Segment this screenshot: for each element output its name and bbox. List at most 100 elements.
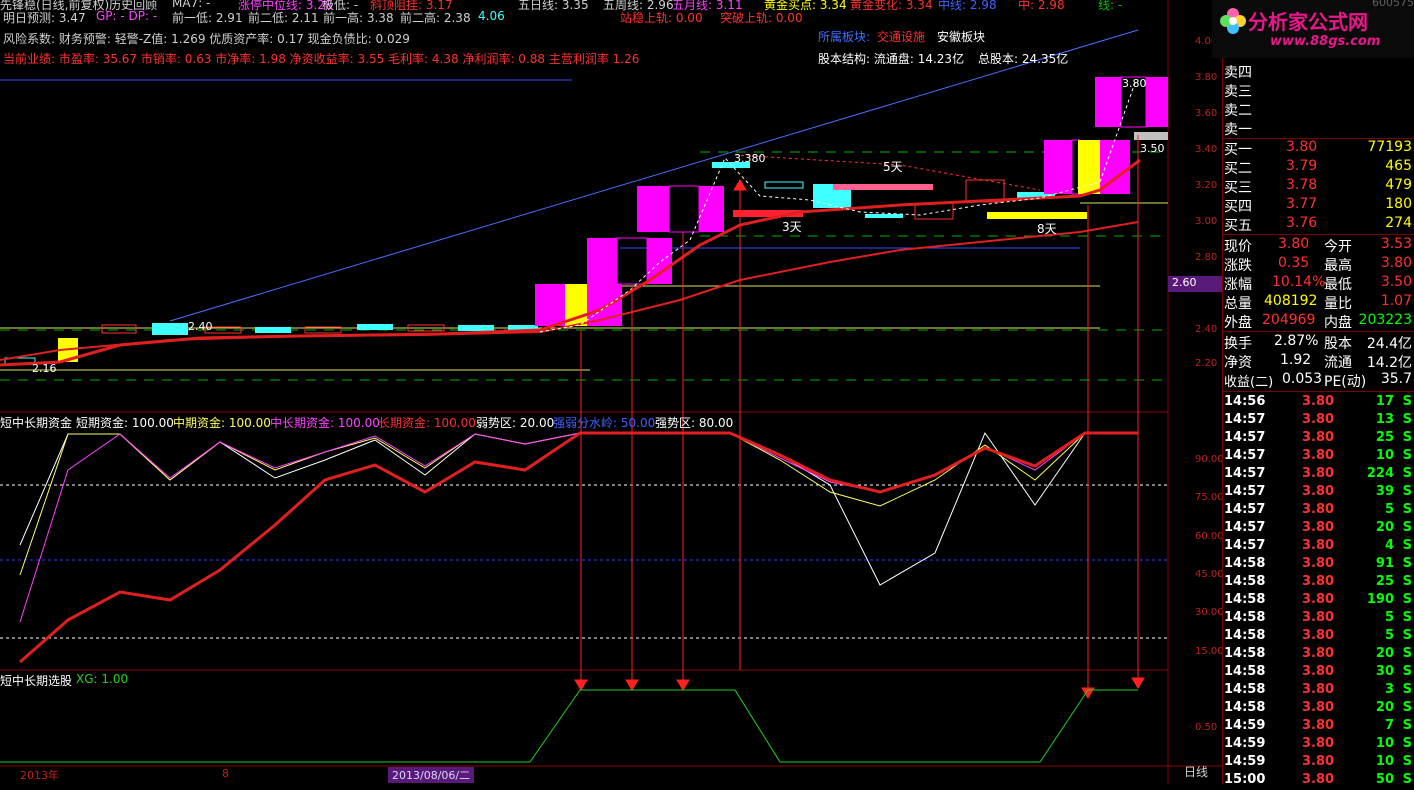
tick-time: 14:58 [1224,574,1266,589]
forecast-value: 明日预测: 3.47 [3,11,86,25]
tick-price: 3.80 [1302,592,1335,607]
tick-price: 3.80 [1302,700,1335,715]
quote-row: 外盘 204969 内盘 203223 [1224,312,1412,331]
y-tick: 0.50 [1195,722,1218,733]
indicator1-midlong: 中长期资金: 100.00 [270,416,380,430]
buy-row: 买五 3.76 274 [1224,215,1412,234]
tick-price: 3.80 [1302,664,1335,679]
quote-value: 203223 [1358,312,1412,328]
sell-row: 卖二 [1224,100,1412,119]
line-value: 线: - [1098,0,1123,12]
tick-price: 3.80 [1302,448,1335,463]
tick-side: S [1402,664,1412,679]
y-tick: 3.00 [1195,216,1218,227]
tick-price: 3.80 [1302,556,1335,571]
quote-value: 35.7 [1380,371,1412,387]
tick-volume: 25 [1375,574,1394,589]
tick-price: 3.80 [1302,538,1335,553]
order-price: 3.76 [1286,215,1318,231]
order-label: 买三 [1224,180,1252,196]
last-high-label: 3.80 [1122,77,1147,90]
tick-volume: 10 [1375,448,1394,463]
tick-row: 14:58 3.80 3 S [1224,682,1412,700]
tick-row: 14:58 3.80 30 S [1224,664,1412,682]
last-low-label: 3.50 [1140,142,1165,155]
tick-time: 14:57 [1224,502,1266,517]
tick-side: S [1402,556,1412,571]
sector-anhui[interactable]: 安徽板块 [937,28,985,45]
tick-volume: 13 [1375,412,1394,427]
tick-price: 3.80 [1302,628,1335,643]
y-tick: 90.00 [1195,454,1224,465]
quote-value: 1.92 [1280,352,1312,368]
buy-row: 买三 3.78 479 [1224,177,1412,196]
quote-row: 换手 2.87% 股本 24.4亿 [1224,333,1412,352]
tick-row: 14:56 3.80 17 S [1224,394,1412,412]
order-price: 3.78 [1286,177,1318,193]
prev-low-1: 前一低: 2.91 [172,11,243,25]
days5-label: 5天 [883,160,903,174]
total-shares: 总股本: 24.35亿 [978,52,1069,66]
indicator2-xg: XG: 1.00 [76,672,129,686]
y-tick: 45.00 [1195,569,1224,580]
tick-row: 14:57 3.80 25 S [1224,430,1412,448]
tick-time: 14:58 [1224,700,1266,715]
quote-label: 股本 [1324,336,1352,352]
tick-row: 14:58 3.80 5 S [1224,628,1412,646]
sector-transport[interactable]: 交通设施 [877,28,925,45]
divider [1222,331,1414,332]
sell-row: 卖三 [1224,81,1412,100]
indicator1-title: 短中长期资金 [0,416,73,430]
tick-side: S [1402,646,1412,661]
indicator1-divide: 强弱分水岭: 50.00 [553,416,656,430]
tick-side: S [1402,484,1412,499]
tick-price: 3.80 [1302,610,1335,625]
tick-volume: 10 [1375,736,1394,751]
quote-label: 净资 [1224,355,1252,371]
y-tick: 15.00 [1195,646,1224,657]
y-tick: 60.00 [1195,531,1224,542]
kline-chart-canvas[interactable] [0,0,1222,784]
indicator1-short: 短期资金: 100.00 [76,416,174,430]
quote-row: 现价 3.80 今开 3.53 [1224,236,1412,255]
logo-url[interactable]: www.88gs.com [1270,34,1380,49]
quote-label: PE(动) [1324,374,1367,390]
tick-row: 14:58 3.80 25 S [1224,574,1412,592]
indicator2-title: 短中长期选股 [0,674,73,688]
order-volume: 465 [1385,158,1412,174]
indicator1-strong: 强势区: 80.00 [655,416,734,430]
mid-value: 中: 2.98 [1018,0,1065,12]
tick-side: S [1402,412,1412,427]
mid-price-label: 2.40 [188,320,213,333]
quote-label: 流通 [1324,355,1352,371]
gp-dp-value: GP: - DP: - [96,9,158,23]
tick-time: 14:59 [1224,718,1266,733]
period-button[interactable]: 日线 [1172,762,1220,782]
order-price: 3.80 [1286,139,1318,155]
buy-row: 买四 3.77 180 [1224,196,1412,215]
indicator1-long: 长期资金: 100.00 [378,416,476,430]
tick-side: S [1402,754,1412,769]
tick-side: S [1402,700,1412,715]
prev-low-2: 前二低: 2.11 [248,11,319,25]
tick-price: 3.80 [1302,502,1335,517]
y-tick: 3.40 [1195,144,1218,155]
quote-label: 涨跌 [1224,258,1252,274]
quote-label: 总量 [1224,296,1252,312]
tick-time: 14:58 [1224,610,1266,625]
quote-value: 3.80 [1380,255,1412,271]
tick-row: 14:57 3.80 224 S [1224,466,1412,484]
tick-row: 14:57 3.80 20 S [1224,520,1412,538]
order-volume: 479 [1385,177,1412,193]
tick-volume: 20 [1375,520,1394,535]
quote-label: 量比 [1324,296,1352,312]
tick-side: S [1402,628,1412,643]
tick-side: S [1402,538,1412,553]
tick-side: S [1402,772,1412,787]
quote-value: 3.53 [1380,236,1412,252]
quote-label: 内盘 [1324,315,1352,331]
tick-volume: 30 [1375,664,1394,679]
tick-price: 3.80 [1302,718,1335,733]
tick-volume: 5 [1384,502,1394,517]
tick-price: 3.80 [1302,772,1335,787]
